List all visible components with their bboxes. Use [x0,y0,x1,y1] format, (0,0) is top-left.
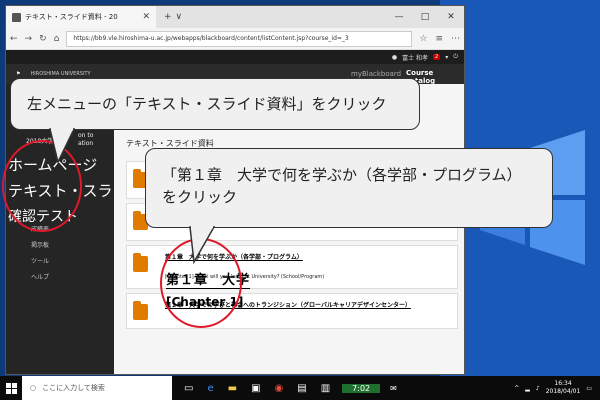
address-bar-tools: ☆ ≡ ⋯ [419,34,460,44]
chrome-icon[interactable]: ◉ [275,383,284,394]
file-explorer-icon[interactable]: ▬ [228,383,237,394]
menu-item-announcements[interactable]: 掲示板 [31,240,49,249]
system-tray: ^ ▂ ♪ 16:34 2018/04/01 ▭ [514,380,600,396]
university-name: HIROSHIMA UNIVERSITY [30,71,91,77]
callout-bubble-1: 左メニューの「テキスト・スライド資料」をクリック [10,78,420,130]
back-icon[interactable]: ← [10,34,18,44]
tab-bar: テキスト・スライド資料 - 20 ✕ + ∨ — □ ✕ [6,6,464,28]
volume-icon[interactable]: ♪ [536,385,540,392]
power-icon[interactable]: ⏻ [453,53,458,61]
callout-pointer-2 [189,226,216,265]
app-icon[interactable]: ▤ [297,383,306,394]
notification-badge[interactable]: 2 [433,54,441,60]
favorite-star-icon[interactable]: ☆ [419,34,427,44]
windows-icon [5,382,17,394]
app-icon-2[interactable]: ▥ [321,383,330,394]
nav-my-blackboard[interactable]: myBlackboard [351,70,401,78]
user-icon: ● [391,53,398,61]
maximize-button[interactable]: □ [412,6,438,28]
clock-time: 16:34 [554,380,572,387]
menu-item-tools[interactable]: ツール [31,256,49,265]
more-menu-icon[interactable]: ⋯ [451,34,460,44]
url-field[interactable]: https://bb9.vle.hiroshima-u.ac.jp/webapp… [66,30,413,47]
university-logo-icon: ⚑ [16,71,21,77]
chevron-down-icon[interactable]: ▾ [445,54,448,61]
favicon-icon [12,12,21,22]
taskbar-icons: ▭ e ▬ ▣ ◉ ▤ ▥ [184,383,330,394]
course-menu-items: 成績表 掲示板 ツール ヘルプ [31,224,49,288]
taskbar-search[interactable]: ○ ここに入力して検索 [22,376,172,400]
callout-2-line-1: 「第１章 大学で何を学ぶか（各学部・プログラム） [162,166,522,184]
callout-bubble-2: 「第１章 大学で何を学ぶか（各学部・プログラム） をクリック [145,148,553,228]
tab-menu-button[interactable]: ∨ [176,12,183,22]
taskbar: ○ ここに入力して検索 ▭ e ▬ ▣ ◉ ▤ ▥ 7:02 ✉ ^ ▂ ♪ 1… [0,376,600,400]
taskbar-running-app[interactable]: 7:02 [342,383,381,393]
refresh-icon[interactable]: ↻ [39,34,47,44]
browser-tab[interactable]: テキスト・スライド資料 - 20 ✕ [6,6,156,28]
user-name[interactable]: 富士 和孝 [402,53,428,62]
blackboard-top-bar: ● 富士 和孝 2 ▾ ⏻ [6,50,464,64]
close-window-button[interactable]: ✕ [438,6,464,28]
folder-icon [133,301,148,320]
mail-icon[interactable]: ✉ [390,384,397,393]
network-icon[interactable]: ▂ [525,385,530,392]
clock[interactable]: 16:34 2018/04/01 [546,380,581,396]
folder-icon [133,253,148,272]
callout-2-line-2: をクリック [162,188,238,206]
store-icon[interactable]: ▣ [251,383,260,394]
address-bar: ← → ↻ ⌂ https://bb9.vle.hiroshima-u.ac.j… [6,28,464,50]
search-placeholder: ここに入力して検索 [42,384,105,392]
tab-title: テキスト・スライド資料 - 20 [25,13,118,21]
clock-date: 2018/04/01 [545,388,581,395]
menu-item-help[interactable]: ヘルプ [31,272,49,281]
task-view-icon[interactable]: ▭ [184,383,193,394]
notification-icon[interactable]: ▭ [586,385,592,392]
start-button[interactable] [0,376,22,400]
search-icon: ○ [30,384,37,392]
callout-pointer-1 [49,128,76,164]
minimize-button[interactable]: — [386,6,412,28]
close-tab-icon[interactable]: ✕ [142,12,150,22]
home-icon[interactable]: ⌂ [54,34,60,44]
forward-icon[interactable]: → [25,34,33,44]
favorites-list-icon[interactable]: ≡ [435,34,443,44]
window-controls: — □ ✕ [386,6,464,28]
chevron-up-icon[interactable]: ^ [514,385,519,392]
edge-icon[interactable]: e [207,383,213,394]
new-tab-button[interactable]: + [164,12,172,22]
